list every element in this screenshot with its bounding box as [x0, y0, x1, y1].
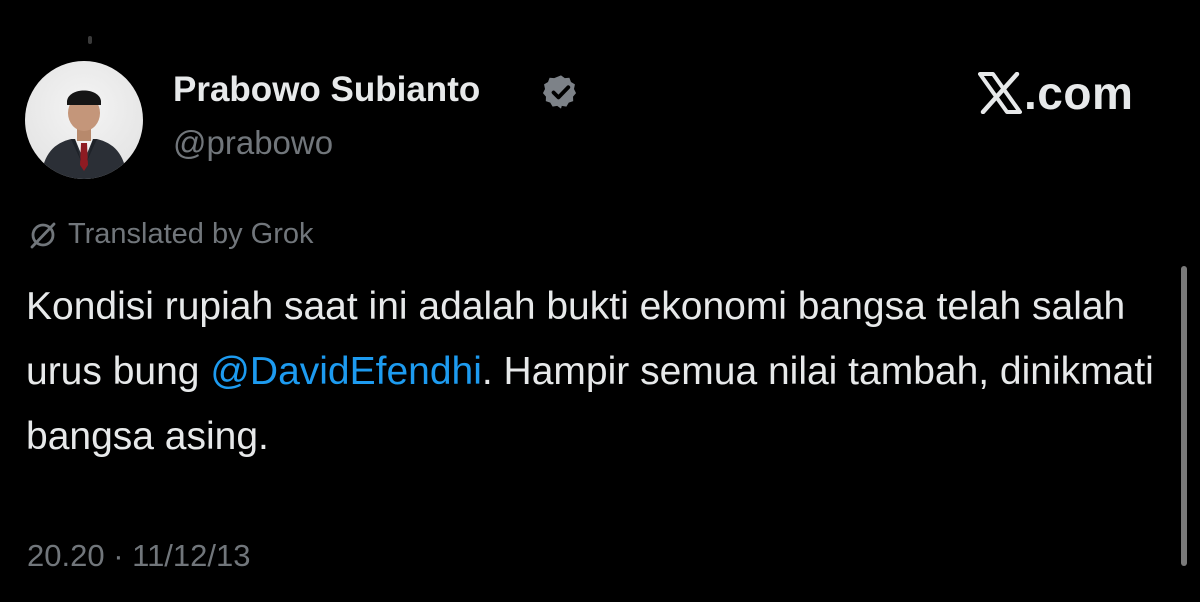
person-portrait-icon [41, 90, 127, 179]
author-handle[interactable]: @prabowo [173, 124, 333, 162]
x-brand: .com [978, 67, 1134, 119]
author-name[interactable]: Prabowo Subianto [173, 70, 480, 110]
grok-icon [30, 222, 56, 248]
verified-badge-icon [542, 75, 577, 109]
x-logo-icon [978, 72, 1022, 114]
brand-domain-text: .com [1024, 67, 1134, 119]
translation-label: Translated by Grok [68, 218, 314, 250]
translation-notice: Translated by Grok [28, 218, 314, 251]
tweet-timestamp[interactable]: 20.20 · 11/12/13 [27, 538, 251, 574]
mention-link[interactable]: @DavidEfendhi [210, 350, 482, 393]
avatar[interactable] [25, 61, 143, 179]
tweet-text: Kondisi rupiah saat ini adalah bukti eko… [26, 274, 1166, 469]
scrollbar[interactable] [1181, 266, 1187, 566]
top-divider-mark [88, 36, 92, 44]
